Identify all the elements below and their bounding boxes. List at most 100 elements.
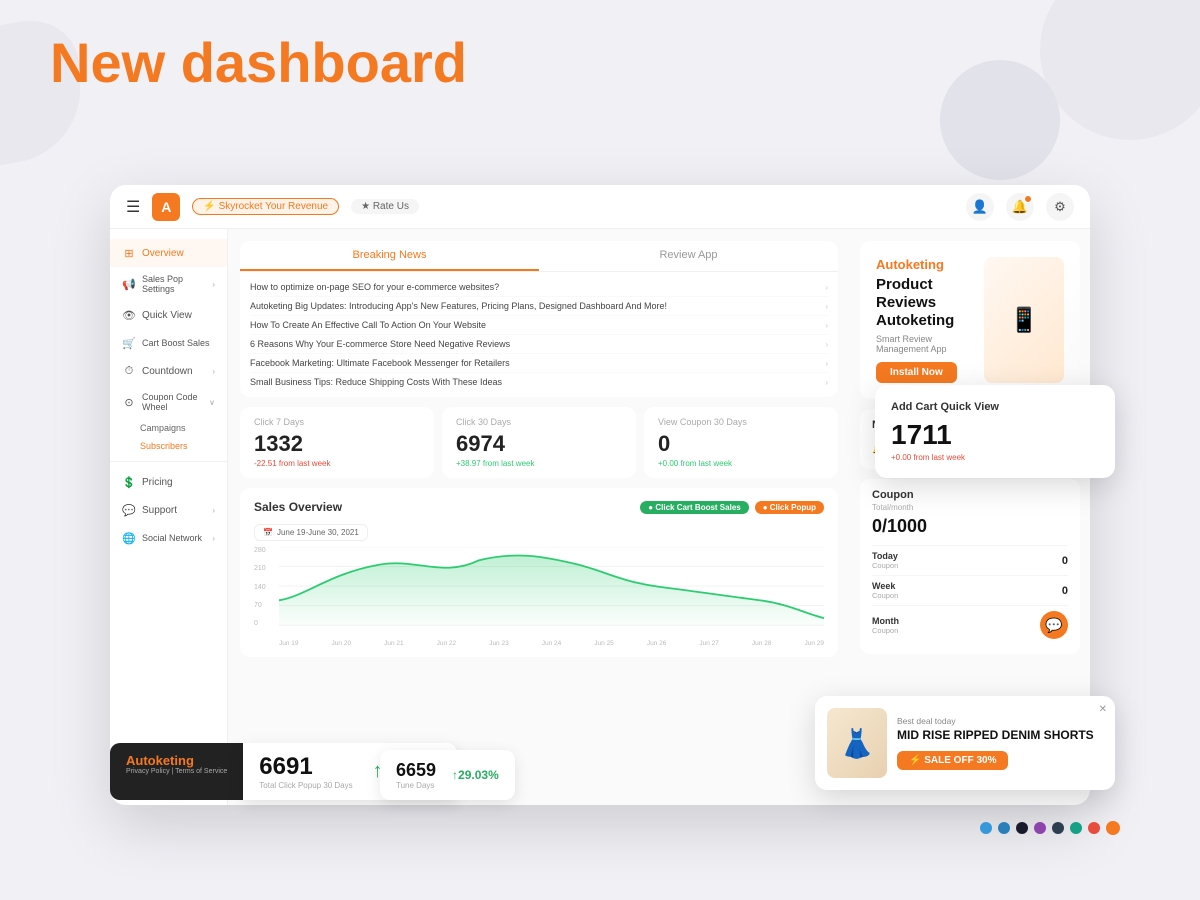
news-section: Breaking News Review App How to optimize…: [240, 241, 838, 397]
sidebar-coupon-label: Coupon Code Wheel: [142, 392, 203, 412]
sales-header: Sales Overview ● Click Cart Boost Sales …: [254, 498, 824, 516]
best-deal-image: 👗: [827, 708, 887, 778]
promo-logo: Autoketing: [876, 257, 974, 272]
news-list: How to optimize on-page SEO for your e-c…: [240, 272, 838, 397]
notification-bell-icon[interactable]: 🔔: [1006, 193, 1034, 221]
calendar-icon: 📅: [263, 528, 273, 537]
sales-pop-icon: 📢: [122, 277, 136, 291]
install-now-button[interactable]: Install Now: [876, 362, 957, 383]
news-item[interactable]: 6 Reasons Why Your E-commerce Store Need…: [250, 335, 828, 354]
sidebar-item-countdown[interactable]: ⏱ Countdown ›: [110, 357, 227, 385]
color-dot-5[interactable]: [1052, 822, 1064, 834]
coupon-month-info: Month Coupon: [872, 616, 899, 635]
news-arrow-icon: ›: [825, 359, 828, 368]
news-arrow-icon: ›: [825, 340, 828, 349]
date-filter[interactable]: 📅 June 19-June 30, 2021: [254, 524, 368, 541]
news-item[interactable]: How to optimize on-page SEO for your e-c…: [250, 278, 828, 297]
color-dot-1[interactable]: [980, 822, 992, 834]
bg-decoration-2: [940, 60, 1060, 180]
sidebar-item-coupon-wheel[interactable]: ⊙ Coupon Code Wheel ∨: [110, 385, 227, 419]
stat-label-coupon: View Coupon 30 Days: [658, 417, 824, 427]
sale-off-button[interactable]: ⚡ SALE OFF 30%: [897, 751, 1008, 770]
tune-days-label: Tune Days: [396, 781, 436, 790]
news-item[interactable]: Small Business Tips: Reduce Shipping Cos…: [250, 373, 828, 391]
color-dot-3[interactable]: [1016, 822, 1028, 834]
user-icon[interactable]: 👤: [966, 193, 994, 221]
news-item[interactable]: Facebook Marketing: Ultimate Facebook Me…: [250, 354, 828, 373]
color-dot-6[interactable]: [1070, 822, 1082, 834]
news-item[interactable]: Autoketing Big Updates: Introducing App'…: [250, 297, 828, 316]
sidebar-sales-pop-label: Sales Pop Settings: [142, 274, 206, 294]
best-deal-popup: ✕ 👗 Best deal today MID RISE RIPPED DENI…: [815, 696, 1115, 790]
bottom-stat-value: 6691: [259, 753, 352, 781]
tab-breaking-news[interactable]: Breaking News: [240, 241, 539, 271]
sidebar-item-cart-boost[interactable]: 🛒 Cart Boost Sales: [110, 329, 227, 357]
badge-cart-boost: ● Click Cart Boost Sales: [640, 501, 748, 514]
stat-value-7: 1332: [254, 431, 420, 457]
skyrocket-badge[interactable]: ⚡ Skyrocket Your Revenue: [192, 198, 339, 215]
notification-dot: [1024, 195, 1032, 203]
sidebar-countdown-label: Countdown: [142, 366, 193, 377]
overview-icon: ⊞: [122, 246, 136, 260]
sidebar-sub-subscribers[interactable]: Subscribers: [110, 437, 227, 455]
coupon-row-month: Month Coupon 💬: [872, 605, 1068, 644]
coupon-today-val: 0: [1062, 555, 1068, 567]
badge-click-popup: ● Click Popup: [755, 501, 824, 514]
color-dot-2[interactable]: [998, 822, 1010, 834]
sidebar-divider: [110, 461, 227, 462]
best-deal-close-button[interactable]: ✕: [1099, 704, 1107, 715]
cart-boost-icon: 🛒: [122, 336, 136, 350]
news-tabs: Breaking News Review App: [240, 241, 838, 272]
quick-view-value: 1711: [891, 419, 1099, 451]
topbar: ☰ A ⚡ Skyrocket Your Revenue ★ Rate Us 👤…: [110, 185, 1090, 229]
arrow-icon-5: ›: [212, 534, 215, 543]
bg-decoration-1: [1040, 0, 1200, 140]
best-deal-inner: 👗 Best deal today MID RISE RIPPED DENIM …: [815, 696, 1115, 790]
sidebar-item-pricing[interactable]: 💲 Pricing: [110, 468, 227, 496]
arrow-icon-2: ›: [212, 367, 215, 376]
sidebar-item-support[interactable]: 💬 Support ›: [110, 496, 227, 524]
sidebar-sub-campaigns[interactable]: Campaigns: [110, 419, 227, 437]
sidebar-item-overview[interactable]: ⊞ Overview: [110, 239, 227, 267]
color-dots: [980, 821, 1120, 835]
promo-title: Product Reviews Autoketing: [876, 276, 974, 330]
best-deal-subtitle: Best deal today: [897, 716, 1094, 726]
tune-days-info: 6659 Tune Days: [396, 760, 436, 790]
news-item[interactable]: How To Create An Effective Call To Actio…: [250, 316, 828, 335]
coupon-section: Coupon Total/month 0/1000 Today Coupon 0…: [860, 479, 1080, 654]
sidebar-item-quick-view[interactable]: 👁 Quick View: [110, 301, 227, 329]
pricing-icon: 💲: [122, 475, 136, 489]
tune-days-pct: ↑ 29.03%: [452, 768, 499, 782]
sidebar-item-social[interactable]: 🌐 Social Network ›: [110, 524, 227, 552]
topbar-right: 👤 🔔 ⚙: [966, 193, 1074, 221]
coupon-month-button[interactable]: 💬: [1040, 611, 1068, 639]
arrow-icon-4: ›: [212, 506, 215, 515]
stats-row: Click 7 Days 1332 -22.51 from last week …: [240, 407, 838, 478]
page-title: New dashboard: [50, 30, 467, 95]
coupon-total-value: 0/1000: [872, 516, 1068, 537]
rate-us-badge[interactable]: ★ Rate Us: [351, 199, 419, 214]
color-dot-7[interactable]: [1088, 822, 1100, 834]
settings-gear-icon[interactable]: ⚙: [1046, 193, 1074, 221]
tab-review-app[interactable]: Review App: [539, 241, 838, 271]
stat-value-coupon: 0: [658, 431, 824, 457]
sales-badges: ● Click Cart Boost Sales ● Click Popup: [640, 501, 824, 514]
coupon-row-today: Today Coupon 0: [872, 545, 1068, 575]
hamburger-menu[interactable]: ☰: [126, 197, 140, 217]
color-dot-4[interactable]: [1034, 822, 1046, 834]
sidebar-item-sales-pop[interactable]: 📢 Sales Pop Settings ›: [110, 267, 227, 301]
quick-view-title: Add Cart Quick View: [891, 401, 1099, 413]
sidebar: ⊞ Overview 📢 Sales Pop Settings › 👁 Quic…: [110, 229, 228, 805]
brand-name: Autoketing: [126, 753, 227, 768]
quick-view-icon: 👁: [122, 308, 136, 322]
stat-change-30: +38.97 from last week: [456, 459, 622, 468]
promo-card: Autoketing Product Reviews Autoketing Sm…: [860, 241, 1080, 399]
best-deal-title: MID RISE RIPPED DENIM SHORTS: [897, 728, 1094, 742]
quick-view-change: +0.00 from last week: [891, 453, 1099, 462]
color-dot-8[interactable]: [1106, 821, 1120, 835]
promo-main: Autoketing Product Reviews Autoketing Sm…: [860, 241, 1080, 399]
promo-image: 📱: [984, 257, 1064, 383]
sidebar-cart-boost-label: Cart Boost Sales: [142, 338, 210, 348]
stat-card-click-30: Click 30 Days 6974 +38.97 from last week: [442, 407, 636, 478]
chart-y-axis: 280 210 140 70 0: [254, 547, 266, 627]
